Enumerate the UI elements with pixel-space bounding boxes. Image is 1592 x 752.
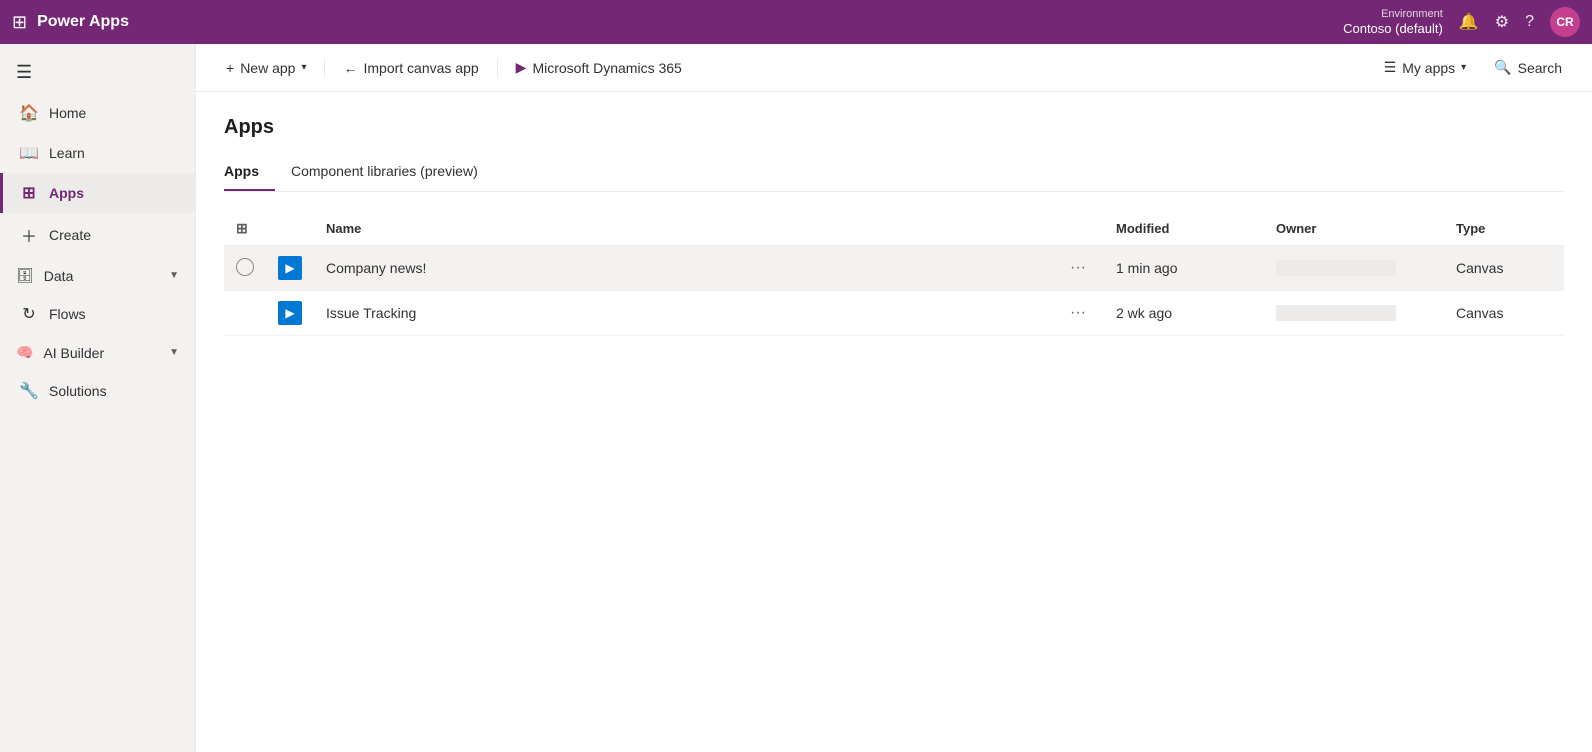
- row-app-icon-cell: ▶: [266, 291, 314, 336]
- th-icon-col: [266, 212, 314, 246]
- new-app-button[interactable]: + New app ▾: [216, 54, 316, 82]
- app-title: Power Apps: [37, 13, 129, 31]
- flows-icon: ↻: [19, 304, 39, 324]
- my-apps-button[interactable]: ☰ My apps ▾: [1374, 53, 1477, 82]
- sidebar-item-flows[interactable]: ↻ Flows: [0, 294, 195, 334]
- sidebar-item-flows-label: Flows: [49, 306, 86, 322]
- row-type-cell: Canvas: [1444, 246, 1564, 291]
- toolbar: + New app ▾ ← Import canvas app ▶ Micros…: [196, 44, 1592, 92]
- help-icon[interactable]: ?: [1525, 13, 1534, 31]
- page-title: Apps: [224, 116, 1564, 139]
- sidebar-item-learn[interactable]: 📖 Learn: [0, 133, 195, 173]
- new-app-label: New app: [240, 60, 295, 76]
- table-row: ▶ Issue Tracking ··· 2 wk ago: [224, 291, 1564, 336]
- row-app-icon-cell: ▶: [266, 246, 314, 291]
- user-avatar[interactable]: CR: [1550, 7, 1580, 37]
- environment-name: Contoso (default): [1343, 21, 1443, 36]
- table-row: ▶ Company news! ··· 1 min ago: [224, 246, 1564, 291]
- dynamics-play-icon: ▶: [516, 59, 527, 76]
- column-selector-icon[interactable]: ⊞: [236, 220, 248, 236]
- data-icon: 🗄: [16, 267, 34, 284]
- search-button[interactable]: 🔍 Search: [1484, 53, 1572, 82]
- sidebar-item-data[interactable]: 🗄 Data ▼: [0, 257, 195, 294]
- sidebar-item-data-label: Data: [44, 268, 74, 284]
- ai-builder-expand-icon: ▼: [169, 347, 179, 358]
- page-content: Apps Apps Component libraries (preview) …: [196, 92, 1592, 752]
- tabs: Apps Component libraries (preview): [224, 155, 1564, 192]
- sidebar-item-solutions-label: Solutions: [49, 383, 107, 399]
- notifications-icon[interactable]: 🔔: [1459, 12, 1479, 32]
- row-more-cell: ···: [1052, 246, 1104, 291]
- row-checkbox-cell: [224, 246, 266, 291]
- th-checkbox: ⊞: [224, 212, 266, 246]
- tab-apps[interactable]: Apps: [224, 155, 275, 191]
- sidebar-item-create[interactable]: ＋ Create: [0, 213, 195, 257]
- sidebar-item-ai-builder-label: AI Builder: [43, 345, 104, 361]
- search-label: Search: [1518, 60, 1562, 76]
- main-content: + New app ▾ ← Import canvas app ▶ Micros…: [196, 44, 1592, 752]
- sidebar-item-apps[interactable]: ⊞ Apps: [0, 173, 195, 213]
- search-icon: 🔍: [1494, 59, 1511, 76]
- dynamics-button[interactable]: ▶ Microsoft Dynamics 365: [506, 53, 692, 82]
- data-expand-icon: ▼: [169, 270, 179, 281]
- apps-icon: ⊞: [19, 183, 39, 203]
- app-icon: ▶: [278, 256, 302, 280]
- sidebar-item-apps-label: Apps: [49, 185, 84, 201]
- row-modified-cell: 1 min ago: [1104, 246, 1264, 291]
- sidebar: ☰ 🏠 Home 📖 Learn ⊞ Apps ＋ Create 🗄 Data …: [0, 44, 196, 752]
- th-owner: Owner: [1264, 212, 1444, 246]
- import-canvas-label: Import canvas app: [363, 60, 478, 76]
- row-more-button[interactable]: ···: [1064, 257, 1092, 279]
- row-name-cell[interactable]: Issue Tracking: [314, 291, 1052, 336]
- my-apps-label: My apps: [1402, 60, 1455, 76]
- owner-placeholder: [1276, 260, 1396, 276]
- sidebar-item-learn-label: Learn: [49, 145, 85, 161]
- row-type-cell: Canvas: [1444, 291, 1564, 336]
- apps-table: ⊞ Name Modified Owner: [224, 212, 1564, 336]
- row-more-cell: ···: [1052, 291, 1104, 336]
- import-icon: ←: [343, 60, 357, 76]
- import-canvas-button[interactable]: ← Import canvas app: [333, 54, 488, 82]
- dynamics-label: Microsoft Dynamics 365: [532, 60, 681, 76]
- row-owner-cell: [1264, 246, 1444, 291]
- sidebar-toggle-button[interactable]: ☰: [0, 52, 195, 93]
- row-owner-cell: [1264, 291, 1444, 336]
- row-more-button[interactable]: ···: [1064, 302, 1092, 324]
- new-app-chevron-icon: ▾: [301, 62, 306, 73]
- row-checkbox-cell: [224, 291, 266, 336]
- environment-label: Environment: [1343, 8, 1443, 21]
- th-more: [1052, 212, 1104, 246]
- my-apps-list-icon: ☰: [1384, 59, 1397, 76]
- sidebar-item-home-label: Home: [49, 105, 86, 121]
- waffle-menu-icon[interactable]: ⊞: [12, 12, 27, 33]
- tab-component-libraries[interactable]: Component libraries (preview): [291, 155, 494, 191]
- row-modified-cell: 2 wk ago: [1104, 291, 1264, 336]
- sidebar-item-solutions[interactable]: 🔧 Solutions: [0, 371, 195, 411]
- th-modified[interactable]: Modified: [1104, 212, 1264, 246]
- learn-icon: 📖: [19, 143, 39, 163]
- th-name: Name: [314, 212, 1052, 246]
- my-apps-chevron-icon: ▾: [1461, 62, 1466, 73]
- home-icon: 🏠: [19, 103, 39, 123]
- sidebar-item-ai-builder[interactable]: 🧠 AI Builder ▼: [0, 334, 195, 371]
- toolbar-separator-1: [324, 58, 325, 78]
- solutions-icon: 🔧: [19, 381, 39, 401]
- topbar: ⊞ Power Apps Environment Contoso (defaul…: [0, 0, 1592, 44]
- sidebar-item-home[interactable]: 🏠 Home: [0, 93, 195, 133]
- settings-icon[interactable]: ⚙: [1495, 12, 1509, 32]
- row-name-cell[interactable]: Company news!: [314, 246, 1052, 291]
- th-type: Type: [1444, 212, 1564, 246]
- environment-selector[interactable]: Environment Contoso (default): [1343, 8, 1443, 36]
- ai-builder-icon: 🧠: [16, 344, 33, 361]
- toolbar-separator-2: [497, 58, 498, 78]
- owner-placeholder: [1276, 305, 1396, 321]
- app-icon: ▶: [278, 301, 302, 325]
- sidebar-item-create-label: Create: [49, 227, 91, 243]
- plus-icon: +: [226, 60, 234, 76]
- row-checkbox[interactable]: [236, 258, 254, 276]
- create-icon: ＋: [19, 223, 39, 247]
